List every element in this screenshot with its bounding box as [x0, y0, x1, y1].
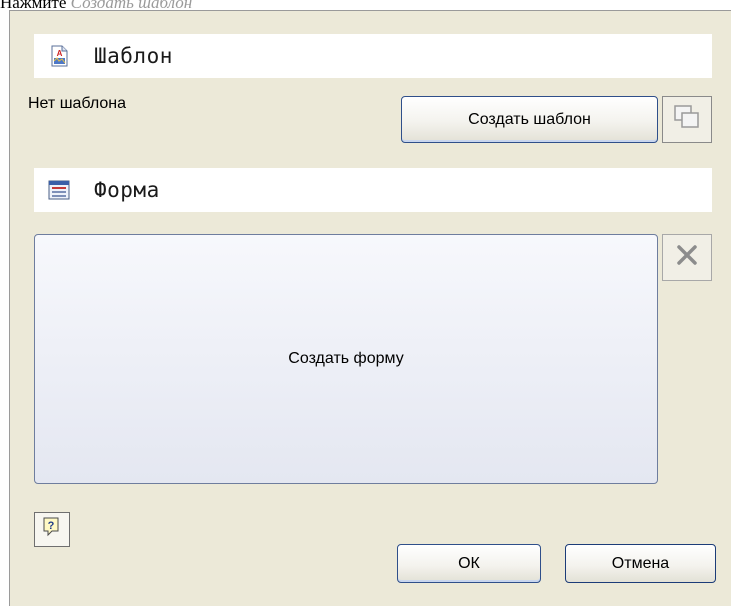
form-icon [48, 179, 70, 201]
copy-template-button[interactable] [662, 96, 712, 143]
dialog-window: A Шаблон Нет шаблона Создать шаблон Форм… [9, 10, 731, 606]
template-document-icon: A [48, 45, 70, 67]
cancel-label: Отмена [611, 554, 670, 572]
ok-button[interactable]: ОК [397, 544, 541, 583]
delete-form-button[interactable] [662, 234, 712, 281]
create-form-area[interactable]: Создать форму [34, 234, 658, 484]
svg-text:?: ? [48, 520, 55, 532]
create-template-label: Создать шаблон [468, 110, 591, 128]
create-template-button[interactable]: Создать шаблон [401, 96, 658, 143]
create-form-label: Создать форму [288, 350, 404, 367]
svg-text:A: A [57, 49, 63, 58]
copy-icon [672, 103, 702, 136]
cancel-button[interactable]: Отмена [565, 544, 716, 583]
help-icon: ? [41, 516, 63, 543]
ok-label: ОК [458, 554, 480, 572]
template-header: A Шаблон [34, 34, 712, 78]
close-icon [674, 242, 700, 273]
template-title: Шаблон [94, 44, 173, 68]
form-header: Форма [34, 168, 712, 212]
form-title: Форма [94, 178, 160, 202]
help-button[interactable]: ? [34, 512, 70, 547]
template-status: Нет шаблона [28, 95, 127, 112]
